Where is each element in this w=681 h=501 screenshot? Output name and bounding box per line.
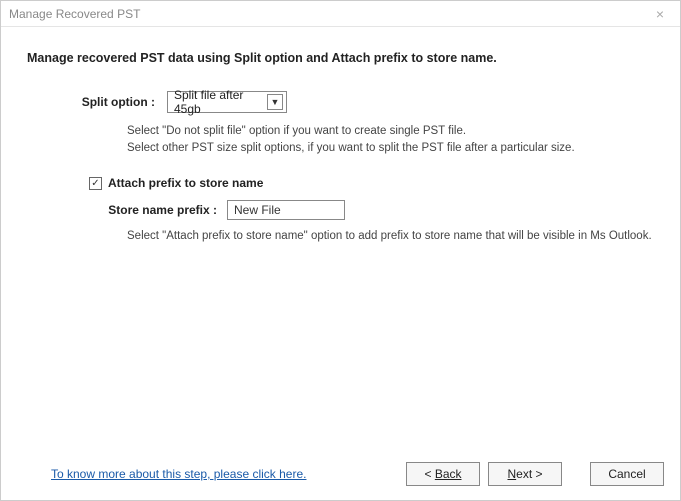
split-option-value: Split file after 45gb	[174, 88, 267, 116]
dialog-content: Manage recovered PST data using Split op…	[1, 27, 680, 452]
store-prefix-label: Store name prefix :	[27, 203, 227, 217]
store-prefix-row: Store name prefix :	[27, 200, 654, 220]
help-link[interactable]: To know more about this step, please cli…	[51, 467, 398, 481]
page-heading: Manage recovered PST data using Split op…	[27, 51, 654, 65]
split-desc-line1: Select "Do not split file" option if you…	[127, 123, 654, 140]
cancel-button[interactable]: Cancel	[590, 462, 664, 486]
store-prefix-description: Select "Attach prefix to store name" opt…	[127, 228, 654, 245]
close-icon[interactable]: ×	[648, 7, 672, 21]
attach-prefix-label: Attach prefix to store name	[108, 176, 263, 190]
chevron-down-icon: ▼	[267, 94, 283, 110]
next-button[interactable]: Next >	[488, 462, 562, 486]
split-option-description: Select "Do not split file" option if you…	[127, 123, 654, 156]
attach-prefix-row: ✓ Attach prefix to store name	[89, 176, 654, 190]
back-button-label: Back	[435, 467, 462, 481]
attach-prefix-checkbox[interactable]: ✓	[89, 177, 102, 190]
back-button[interactable]: < Back	[406, 462, 480, 486]
window-title: Manage Recovered PST	[9, 7, 648, 21]
split-option-row: Split option : Split file after 45gb ▼	[27, 91, 654, 113]
store-prefix-input[interactable]	[227, 200, 345, 220]
split-option-select[interactable]: Split file after 45gb ▼	[167, 91, 287, 113]
dialog-footer: To know more about this step, please cli…	[1, 452, 680, 500]
split-option-label: Split option :	[27, 95, 167, 109]
titlebar: Manage Recovered PST ×	[1, 1, 680, 27]
split-desc-line2: Select other PST size split options, if …	[127, 140, 654, 157]
